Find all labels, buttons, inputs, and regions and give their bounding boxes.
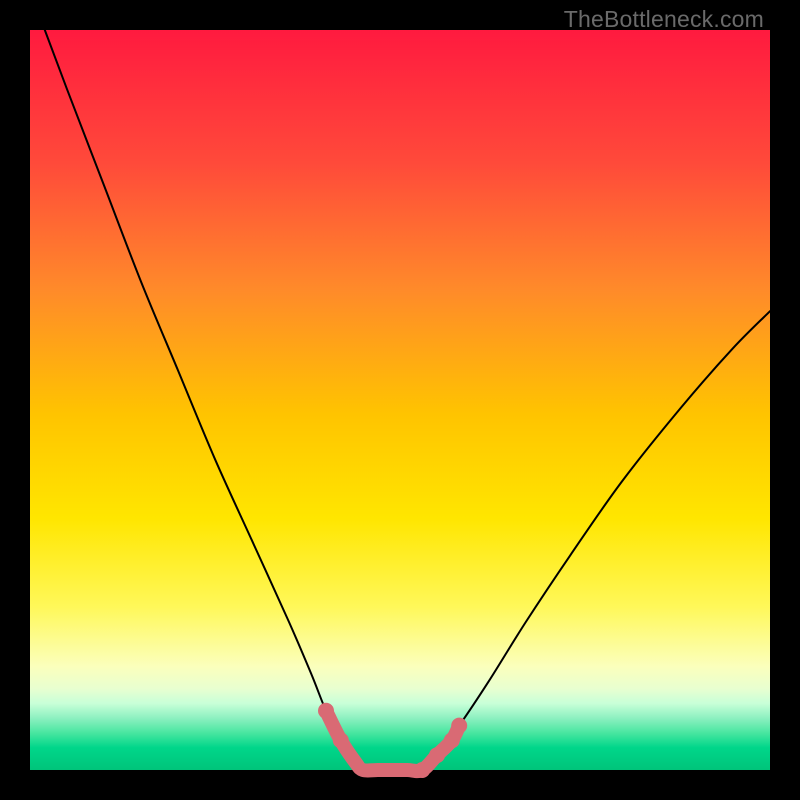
curve-svg	[30, 30, 770, 770]
highlight-dot	[333, 732, 349, 748]
highlight-dot	[414, 762, 430, 778]
highlight-dot	[444, 732, 460, 748]
plot-area	[30, 30, 770, 770]
highlight-dot	[318, 703, 334, 719]
right-branch-curve	[422, 311, 770, 770]
highlight-dot	[451, 718, 467, 734]
left-branch-curve	[45, 30, 363, 770]
watermark-text: TheBottleneck.com	[564, 6, 764, 33]
highlight-dot	[429, 747, 445, 763]
outer-frame: TheBottleneck.com	[0, 0, 800, 800]
